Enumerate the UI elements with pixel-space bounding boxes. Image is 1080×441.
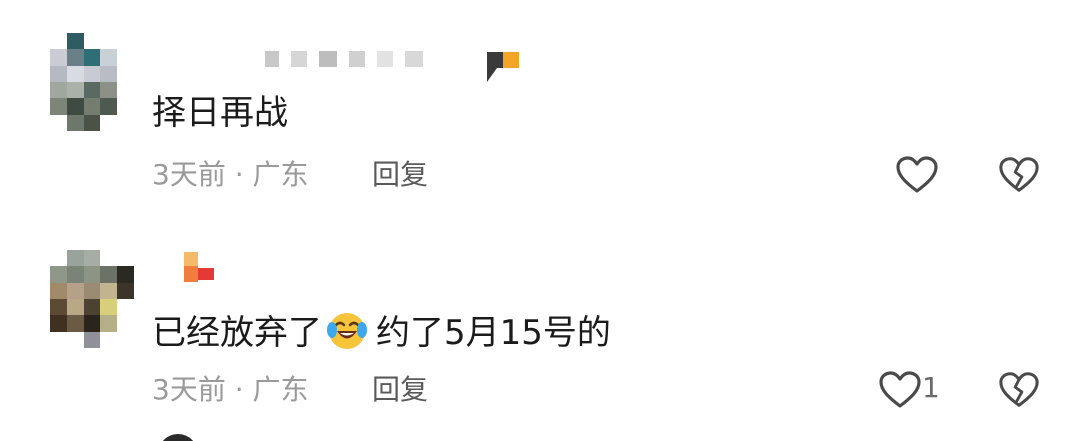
comment-list: 择日再战 3天前 · 广东 回复 已经放弃了 约了5月15号的 3天前 · 广东… [0, 0, 1080, 441]
avatar[interactable] [50, 250, 134, 348]
comment-meta: 3天前 · 广东 [152, 158, 309, 191]
crying-laughing-emoji-icon [327, 313, 367, 349]
comment-item: 已经放弃了 约了5月15号的 3天前 · 广东 回复 1 [0, 215, 1080, 430]
comment-meta: 3天前 · 广东 [152, 373, 309, 406]
like-count: 1 [922, 371, 940, 404]
comment-item: 择日再战 3天前 · 广东 回复 [0, 0, 1080, 215]
broken-heart-icon[interactable] [998, 370, 1040, 410]
heart-outline-icon[interactable] [878, 370, 922, 410]
reply-button[interactable]: 回复 [372, 373, 428, 407]
heart-outline-icon[interactable] [895, 155, 939, 195]
level-badge-icon [487, 52, 519, 84]
comment-text: 择日再战 [152, 93, 288, 133]
level-badge-icon [182, 252, 218, 288]
broken-heart-icon[interactable] [998, 155, 1040, 195]
comment-text: 已经放弃了 约了5月15号的 [152, 310, 611, 353]
comment-text-part: 已经放弃了 [152, 313, 322, 353]
comment-text-part: 约了5月15号的 [376, 313, 611, 353]
reply-button[interactable]: 回复 [372, 158, 428, 192]
avatar[interactable] [50, 33, 134, 131]
next-comment-avatar[interactable] [158, 434, 198, 441]
username-blurred[interactable] [265, 51, 423, 67]
